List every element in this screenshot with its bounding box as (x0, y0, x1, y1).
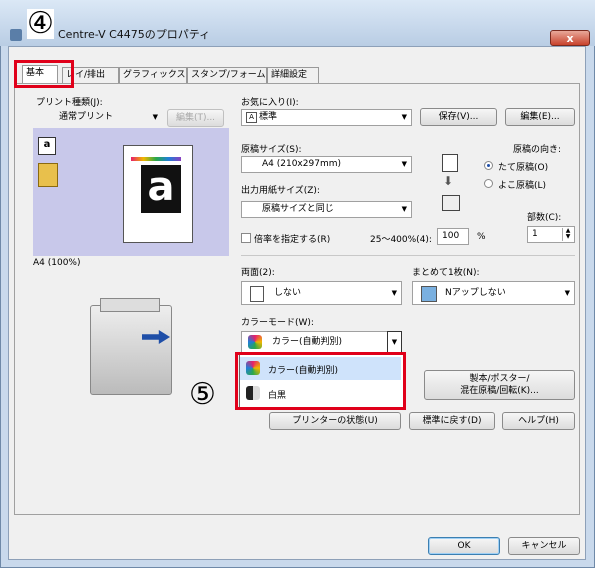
close-button[interactable]: x (550, 30, 590, 46)
landscape-radio[interactable] (484, 179, 493, 188)
arrow-down-icon: ⬇ (443, 174, 454, 188)
original-size-select[interactable]: A4 (210x297mm) ▼ (241, 156, 412, 173)
copies-input[interactable]: 1 ▲ ▼ (527, 226, 575, 243)
duplex-value: しない (274, 288, 302, 298)
color-mode-value: カラー(自動判別) (272, 337, 343, 347)
cancel-button[interactable]: キャンセル (508, 537, 580, 555)
favorites-select[interactable]: A 標準 ▼ (241, 109, 412, 126)
tab-advanced[interactable]: 詳細設定 (267, 67, 319, 83)
chevron-down-icon: ▼ (564, 289, 570, 297)
nup-icon (421, 286, 437, 302)
color-icon (248, 335, 262, 349)
output-paper-icon (442, 195, 460, 211)
scale-unit: % (477, 232, 486, 242)
multi-page-icon (38, 163, 58, 187)
tab-stamp-form[interactable]: スタンプ/フォーム (187, 67, 267, 83)
annotation-box-step5 (235, 352, 406, 410)
orientation-portrait-option[interactable]: たて原稿(O) (484, 160, 574, 173)
separator (241, 255, 575, 256)
original-doc-icon (442, 154, 458, 172)
nup-select[interactable]: Nアップしない ▼ (412, 281, 575, 305)
copies-label: 部数(C): (527, 213, 562, 223)
portrait-radio[interactable] (484, 161, 493, 170)
chevron-down-icon: ▼ (401, 205, 407, 213)
original-size-label: 原稿サイズ(S): (241, 145, 302, 155)
favorites-icon: A (246, 112, 257, 123)
color-mode-select[interactable]: カラー(自動判別) ▼ (241, 331, 402, 355)
chevron-down-icon: ▼ (401, 113, 407, 121)
duplex-label: 両面(2): (241, 268, 275, 278)
print-type-select[interactable]: 通常プリント ▼ (36, 109, 163, 126)
output-size-label: 出力用紙サイズ(Z): (241, 186, 320, 196)
orientation-label: 原稿の向き: (513, 145, 562, 155)
spinner-icon[interactable]: ▲ ▼ (562, 228, 573, 241)
app-icon (10, 29, 22, 41)
ok-button[interactable]: OK (428, 537, 500, 555)
preview-color-stripe (131, 157, 181, 161)
color-mode-label: カラーモード(W): (241, 318, 314, 328)
print-type-edit-button[interactable]: 編集(T)... (167, 109, 224, 127)
nup-value: Nアップしない (445, 288, 506, 298)
scale-range-label: 25～400%(4): (370, 235, 432, 245)
scale-label: 倍率を指定する(R) (254, 235, 331, 245)
copies-value: 1 (532, 229, 538, 239)
original-a-icon: a (38, 137, 56, 155)
scale-checkbox[interactable] (241, 233, 251, 243)
original-size-value: A4 (210x297mm) (262, 159, 341, 169)
help-button[interactable]: ヘルプ(H) (502, 412, 575, 430)
booklet-poster-button[interactable]: 製本/ポスター/ 混在原稿/回転(K)... (424, 370, 575, 400)
favorites-save-button[interactable]: 保存(V)... (420, 108, 497, 126)
duplex-select[interactable]: しない ▼ (241, 281, 402, 305)
landscape-label: よこ原稿(L) (498, 181, 547, 191)
output-size-select[interactable]: 原稿サイズと同じ ▼ (241, 201, 412, 218)
chevron-down-icon: ▼ (391, 289, 397, 297)
reset-defaults-button[interactable]: 標準に戻す(D) (409, 412, 495, 430)
annotation-step4: ④ (27, 6, 54, 41)
window-title: Centre-V C4475のプロパティ (58, 28, 211, 41)
chevron-down-icon: ▼ (401, 160, 407, 168)
annotation-box-step4 (14, 60, 74, 88)
printer-status-button[interactable]: プリンターの状態(U) (269, 412, 401, 430)
favorites-label: お気に入り(I): (241, 98, 299, 108)
scale-input[interactable]: 100 (437, 228, 469, 245)
printer-image (90, 305, 172, 395)
annotation-step5: ⑤ (189, 377, 216, 412)
chevron-down-icon: ▼ (152, 113, 158, 121)
output-size-value: 原稿サイズと同じ (262, 204, 334, 214)
printer-panel (100, 298, 160, 312)
favorites-edit-button[interactable]: 編集(E)... (505, 108, 575, 126)
favorites-value: 標準 (259, 112, 278, 122)
print-type-value: 通常プリント (59, 112, 114, 122)
print-type-label: プリント種類(J): (36, 98, 103, 108)
preview-caption: A4 (100%) (33, 258, 81, 268)
orientation-landscape-option[interactable]: よこ原稿(L) (484, 178, 574, 191)
booklet-button-line1: 製本/ポスター/ (469, 374, 530, 384)
duplex-icon (250, 286, 264, 302)
booklet-button-line2: 混在原稿/回転(K)... (460, 386, 539, 396)
tab-graphics[interactable]: グラフィックス (119, 67, 187, 83)
preview-letter-a: a (141, 165, 181, 213)
portrait-label: たて原稿(O) (498, 163, 549, 173)
nup-label: まとめて1枚(N): (412, 268, 480, 278)
